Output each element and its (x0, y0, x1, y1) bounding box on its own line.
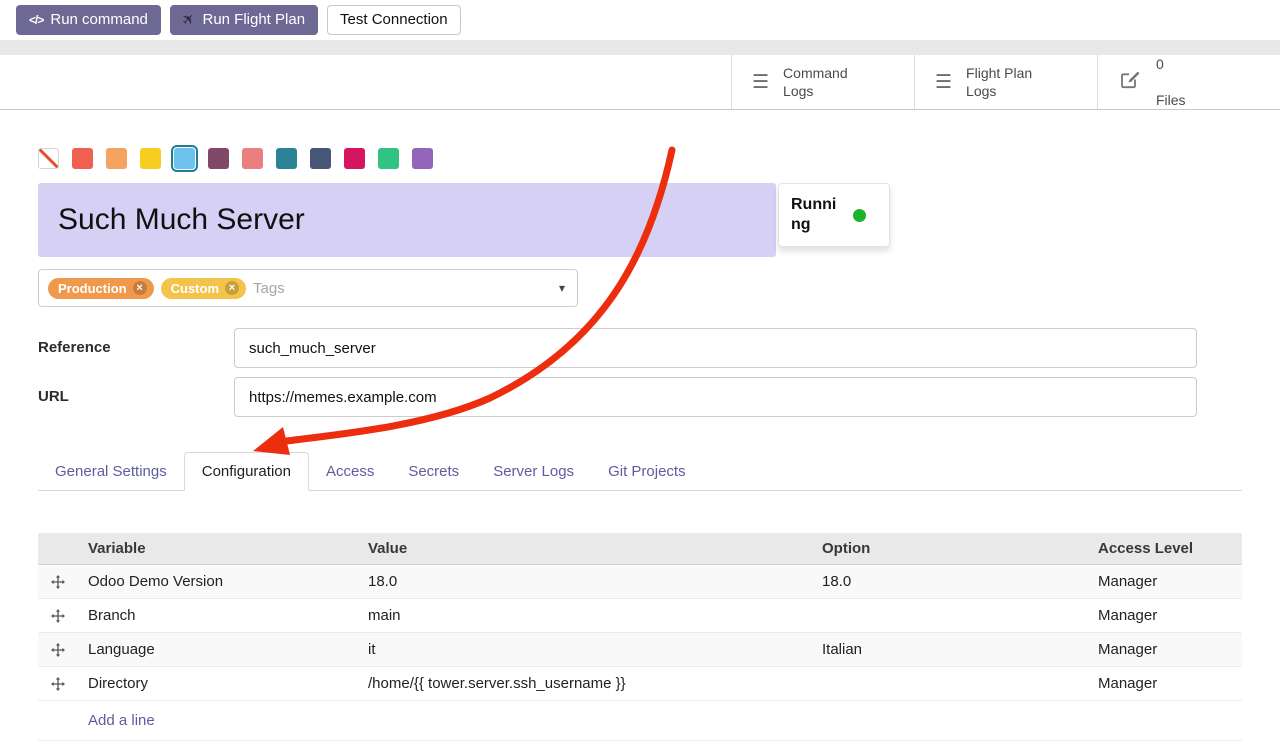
run-command-label: Run command (50, 11, 148, 29)
url-label: URL (38, 377, 234, 417)
table-row: Branch main Manager (38, 599, 1242, 633)
drag-handle-icon[interactable] (38, 601, 86, 631)
code-icon: </> (29, 13, 43, 27)
title-row: Such Much Server Running (38, 183, 1242, 257)
color-swatch-red[interactable] (72, 148, 93, 169)
cell-value[interactable]: 18.0 (366, 565, 820, 598)
cell-value[interactable]: it (366, 633, 820, 666)
plane-icon: ✈ (178, 9, 200, 31)
flight-plan-logs-label: Flight Plan Logs (966, 64, 1032, 100)
flight-plan-logs-button[interactable]: ☰ Flight Plan Logs (914, 55, 1097, 109)
command-logs-label: Command Logs (783, 64, 848, 100)
cell-variable[interactable]: Branch (86, 599, 366, 632)
color-swatch-none[interactable] (38, 148, 59, 169)
tag-label: Production (58, 281, 127, 296)
color-swatch-orange[interactable] (106, 148, 127, 169)
status-button[interactable]: Running (778, 183, 890, 247)
divider-strip (0, 40, 1280, 55)
files-word: Files (1156, 91, 1186, 109)
action-toolbar: </> Run command ✈ Run Flight Plan Test C… (0, 0, 1280, 40)
cell-access[interactable]: Manager (1096, 667, 1242, 700)
table-row: Language it Italian Manager (38, 633, 1242, 667)
color-swatch-plum[interactable] (208, 148, 229, 169)
reference-row: Reference such_much_server (38, 328, 1242, 368)
edit-icon (1118, 67, 1142, 97)
configuration-table: Variable Value Option Access Level Odoo … (38, 533, 1242, 741)
drag-handle-icon[interactable] (38, 669, 86, 699)
chevron-down-icon[interactable]: ▾ (559, 281, 565, 295)
header-handle-cell (38, 542, 86, 556)
header-variable[interactable]: Variable (86, 533, 366, 564)
color-swatch-salmon[interactable] (242, 148, 263, 169)
cell-variable[interactable]: Language (86, 633, 366, 666)
menu-icon: ☰ (752, 71, 769, 94)
add-a-line-link[interactable]: Add a line (38, 701, 1242, 741)
color-swatch-green[interactable] (378, 148, 399, 169)
table-row: Odoo Demo Version 18.0 18.0 Manager (38, 565, 1242, 599)
header-option[interactable]: Option (820, 533, 1096, 564)
color-swatch-navy[interactable] (310, 148, 331, 169)
header-access-level[interactable]: Access Level (1096, 533, 1242, 564)
run-flight-plan-label: Run Flight Plan (202, 11, 305, 29)
tag-remove-icon[interactable]: × (225, 281, 239, 295)
title-input[interactable]: Such Much Server (38, 183, 776, 257)
status-dot-icon (853, 209, 866, 222)
cell-option[interactable]: 18.0 (820, 565, 1096, 598)
url-row: URL https://memes.example.com (38, 377, 1242, 417)
test-connection-button[interactable]: Test Connection (327, 5, 461, 35)
cell-access[interactable]: Manager (1096, 565, 1242, 598)
tags-input[interactable]: Production × Custom × Tags ▾ (38, 269, 578, 307)
cell-variable[interactable]: Directory (86, 667, 366, 700)
url-input[interactable]: https://memes.example.com (234, 377, 1197, 417)
tag-pill-production: Production × (48, 278, 154, 299)
test-connection-label: Test Connection (340, 11, 448, 29)
files-label: 0 Files (1156, 37, 1186, 128)
drag-handle-icon[interactable] (38, 567, 86, 597)
form-sheet: Such Much Server Running Production × Cu… (0, 148, 1280, 741)
tab-server-logs[interactable]: Server Logs (476, 453, 591, 490)
tag-pill-custom: Custom × (161, 278, 246, 299)
cell-variable[interactable]: Odoo Demo Version (86, 565, 366, 598)
tab-git-projects[interactable]: Git Projects (591, 453, 703, 490)
color-swatch-yellow[interactable] (140, 148, 161, 169)
tags-placeholder: Tags (253, 280, 285, 297)
cell-value[interactable]: /home/{{ tower.server.ssh_username }} (366, 667, 820, 700)
table-row: Directory /home/{{ tower.server.ssh_user… (38, 667, 1242, 701)
tab-configuration[interactable]: Configuration (184, 452, 309, 491)
page: </> Run command ✈ Run Flight Plan Test C… (0, 0, 1280, 742)
cell-option[interactable] (820, 676, 1096, 692)
color-swatch-raspberry[interactable] (344, 148, 365, 169)
cell-option[interactable] (820, 608, 1096, 624)
cell-access[interactable]: Manager (1096, 633, 1242, 666)
tag-remove-icon[interactable]: × (133, 281, 147, 295)
status-label: Running (791, 195, 843, 235)
run-flight-plan-button[interactable]: ✈ Run Flight Plan (170, 5, 318, 35)
drag-handle-icon[interactable] (38, 635, 86, 665)
table-header-row: Variable Value Option Access Level (38, 533, 1242, 565)
cell-option[interactable]: Italian (820, 633, 1096, 666)
stat-button-bar: ☰ Command Logs ☰ Flight Plan Logs 0 File… (0, 55, 1280, 110)
reference-input[interactable]: such_much_server (234, 328, 1197, 368)
cell-value[interactable]: main (366, 599, 820, 632)
files-count: 0 (1156, 55, 1186, 73)
color-palette (38, 148, 1242, 169)
reference-label: Reference (38, 328, 234, 368)
notebook-tabs: General Settings Configuration Access Se… (38, 452, 1242, 491)
files-button[interactable]: 0 Files (1097, 55, 1280, 109)
header-value[interactable]: Value (366, 533, 820, 564)
run-command-button[interactable]: </> Run command (16, 5, 161, 35)
color-swatch-violet[interactable] (412, 148, 433, 169)
tab-general-settings[interactable]: General Settings (38, 453, 184, 490)
command-logs-button[interactable]: ☰ Command Logs (731, 55, 914, 109)
tab-secrets[interactable]: Secrets (391, 453, 476, 490)
tab-access[interactable]: Access (309, 453, 391, 490)
tag-label: Custom (171, 281, 219, 296)
color-swatch-cyan-selected[interactable] (174, 148, 195, 169)
color-swatch-teal[interactable] (276, 148, 297, 169)
menu-icon: ☰ (935, 71, 952, 94)
cell-access[interactable]: Manager (1096, 599, 1242, 632)
